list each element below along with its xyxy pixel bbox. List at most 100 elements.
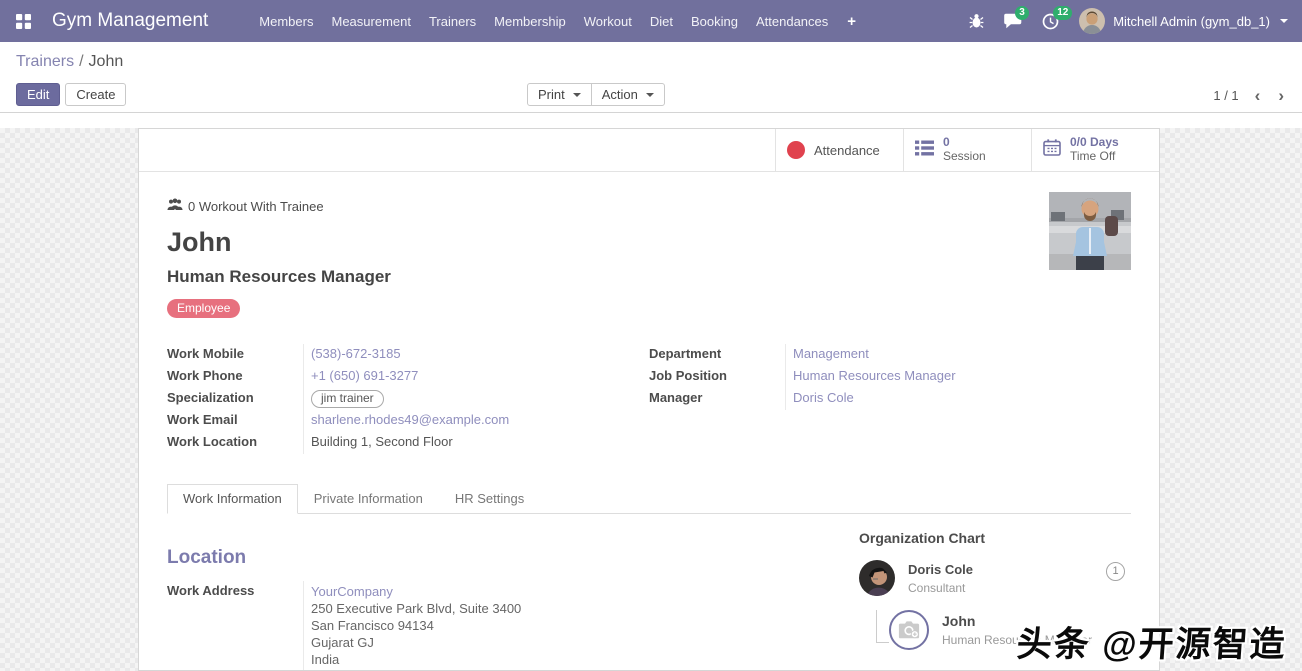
activities-clock-icon[interactable]: 12 — [1042, 13, 1059, 30]
work-address-group: Work Address YourCompany 250 Executive P… — [167, 581, 651, 670]
work-address-label: Work Address — [167, 581, 303, 670]
pager: 1 / 1 ‹ › — [1213, 87, 1286, 104]
tab-hr-settings[interactable]: HR Settings — [439, 484, 540, 514]
navbar-right: 3 12 Mitchell Admin (gym_db_1) — [969, 8, 1288, 34]
print-dropdown[interactable]: Print — [527, 83, 592, 106]
form-sheet: 0 Workout With Trainee John Human Resour… — [139, 172, 1159, 670]
employee-job-title: Human Resources Manager — [167, 267, 1131, 287]
breadcrumb-trainers-link[interactable]: Trainers — [16, 53, 74, 70]
org-connector-line — [876, 610, 889, 643]
chevron-down-icon — [646, 93, 654, 97]
address-country: India — [311, 651, 651, 668]
chevron-down-icon — [573, 93, 581, 97]
pager-value: 1 / 1 — [1213, 88, 1238, 103]
menu-membership[interactable]: Membership — [485, 9, 575, 34]
org-entry-employee: John Human Resources Manager — [889, 610, 1131, 650]
org-employee-role: Human Resources Manager — [942, 633, 1092, 647]
tab-work-information[interactable]: Work Information — [167, 484, 298, 514]
manager-row: Manager Doris Cole — [649, 388, 1131, 410]
employee-category-tag: Employee — [167, 299, 240, 318]
department-row: Department Management — [649, 344, 1131, 366]
main-menu: Members Measurement Trainers Membership … — [250, 9, 866, 34]
session-stat-button[interactable]: 0 Session — [903, 129, 1031, 171]
record-buttons: Edit Create — [16, 83, 126, 106]
debug-bug-icon[interactable] — [969, 13, 984, 29]
menu-booking[interactable]: Booking — [682, 9, 747, 34]
attendance-stat-button[interactable]: Attendance — [775, 129, 903, 171]
messages-icon[interactable]: 3 — [1004, 13, 1022, 29]
menu-trainers[interactable]: Trainers — [420, 9, 485, 34]
list-icon — [915, 140, 934, 161]
job-position-link[interactable]: Human Resources Manager — [793, 368, 956, 383]
attendance-status-icon — [787, 141, 805, 159]
pager-next-button[interactable]: › — [1276, 87, 1286, 104]
users-group-icon — [167, 198, 183, 214]
org-manager-name[interactable]: Doris Cole — [908, 562, 973, 577]
user-menu[interactable]: Mitchell Admin (gym_db_1) — [1079, 8, 1288, 34]
breadcrumb: Trainers / John — [16, 53, 123, 71]
user-name: Mitchell Admin (gym_db_1) — [1113, 14, 1270, 29]
user-avatar — [1079, 8, 1105, 34]
content-area: Attendance 0 Session 0/0 Days Time Off — [0, 128, 1302, 671]
plus-icon[interactable]: + — [837, 9, 866, 34]
department-link[interactable]: Management — [793, 346, 869, 361]
menu-measurement[interactable]: Measurement — [322, 9, 419, 34]
job-position-row: Job Position Human Resources Manager — [649, 366, 1131, 388]
notebook-tabs: Work Information Private Information HR … — [167, 484, 1131, 514]
manager-avatar[interactable] — [859, 560, 895, 596]
address-city: San Francisco 94134 — [311, 617, 651, 634]
org-employee-name[interactable]: John — [942, 613, 1092, 629]
specialization-tag: jim trainer — [311, 390, 384, 408]
breadcrumb-current: John — [89, 53, 124, 70]
employee-placeholder-avatar[interactable] — [889, 610, 929, 650]
workout-with-trainee-button[interactable]: 0 Workout With Trainee — [167, 198, 324, 214]
org-manager-badge[interactable]: 1 — [1106, 562, 1125, 581]
menu-attendances[interactable]: Attendances — [747, 9, 837, 34]
menu-workout[interactable]: Workout — [575, 9, 641, 34]
breadcrumb-separator: / — [79, 53, 83, 70]
activities-badge: 12 — [1053, 6, 1072, 20]
manager-link[interactable]: Doris Cole — [793, 390, 854, 405]
create-button[interactable]: Create — [65, 83, 126, 106]
org-entry-manager: Doris Cole Consultant 1 — [859, 560, 1131, 596]
employee-photo — [1049, 192, 1131, 270]
control-panel: Trainers / John Edit Create Print Action 1… — [0, 42, 1302, 113]
right-field-group: Department Management Job Position Human… — [649, 344, 1131, 454]
apps-grid-icon[interactable] — [8, 6, 38, 36]
work-phone-row: Work Phone +1 (650) 691-3277 — [167, 366, 649, 388]
work-phone-link[interactable]: +1 (650) 691-3277 — [311, 368, 418, 383]
top-navbar: Gym Management Members Measurement Train… — [0, 0, 1302, 42]
stat-button-row: Attendance 0 Session 0/0 Days Time Off — [139, 129, 1159, 172]
field-groups: Work Mobile (538)-672-3185 Work Phone +1… — [167, 344, 1131, 454]
app-title[interactable]: Gym Management — [52, 10, 208, 32]
specialization-row: Specialization jim trainer — [167, 388, 649, 410]
employee-form-card: Attendance 0 Session 0/0 Days Time Off — [138, 128, 1160, 671]
messages-badge: 3 — [1015, 6, 1029, 20]
left-field-group: Work Mobile (538)-672-3185 Work Phone +1… — [167, 344, 649, 454]
company-link[interactable]: YourCompany — [311, 584, 393, 599]
employee-name: John — [167, 227, 1131, 258]
action-dropdown[interactable]: Action — [591, 83, 665, 106]
action-buttons: Print Action — [527, 83, 665, 106]
work-information-panel: Location Work Address YourCompany 250 Ex… — [167, 514, 1131, 670]
edit-button[interactable]: Edit — [16, 83, 60, 106]
work-mobile-row: Work Mobile (538)-672-3185 — [167, 344, 649, 366]
calendar-icon — [1043, 139, 1061, 161]
work-mobile-link[interactable]: (538)-672-3185 — [311, 346, 401, 361]
work-email-link[interactable]: sharlene.rhodes49@example.com — [311, 412, 509, 427]
organization-chart: Organization Chart Doris Cole Consultant… — [859, 530, 1131, 650]
work-address-value: YourCompany 250 Executive Park Blvd, Sui… — [303, 581, 651, 670]
org-manager-role: Consultant — [908, 581, 973, 595]
address-state: Gujarat GJ — [311, 634, 651, 651]
menu-members[interactable]: Members — [250, 9, 322, 34]
tab-private-information[interactable]: Private Information — [298, 484, 439, 514]
org-chart-title: Organization Chart — [859, 530, 1131, 546]
work-location-value: Building 1, Second Floor — [303, 432, 649, 454]
address-street: 250 Executive Park Blvd, Suite 3400 — [311, 600, 651, 617]
chevron-down-icon — [1280, 19, 1288, 23]
pager-previous-button[interactable]: ‹ — [1253, 87, 1263, 104]
menu-diet[interactable]: Diet — [641, 9, 682, 34]
time-off-stat-button[interactable]: 0/0 Days Time Off — [1031, 129, 1159, 171]
work-email-row: Work Email sharlene.rhodes49@example.com — [167, 410, 649, 432]
work-location-row: Work Location Building 1, Second Floor — [167, 432, 649, 454]
